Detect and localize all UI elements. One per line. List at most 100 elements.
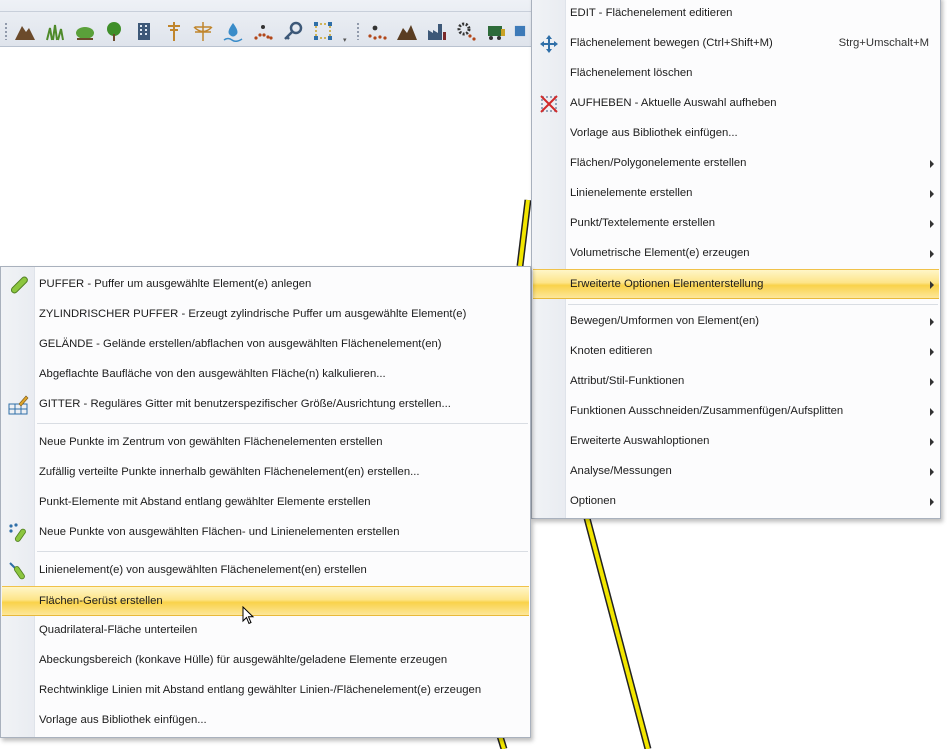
menu-item-edit-nodes[interactable]: Knoten editieren xyxy=(533,337,939,367)
menu-item-attribute-style[interactable]: Attribut/Stil-Funktionen xyxy=(533,367,939,397)
menu-item-label: Rechtwinklige Linien mit Abstand entlang… xyxy=(39,684,482,696)
submenu-arrow-icon xyxy=(930,220,934,228)
menu-item-label: Funktionen Ausschneiden/Zusammenfügen/Au… xyxy=(570,405,844,417)
menu-item-label: Optionen xyxy=(570,495,616,507)
key-icon[interactable] xyxy=(280,18,306,44)
toolbar-overflow-icon[interactable]: ▾ xyxy=(343,36,350,44)
menu-separator xyxy=(37,423,528,424)
menu-item-label: Bewegen/Umformen von Element(en) xyxy=(570,315,759,327)
menu-item-label: Attribut/Stil-Funktionen xyxy=(570,375,685,387)
bush-icon[interactable] xyxy=(72,18,98,44)
move-arrows-icon xyxy=(537,33,561,55)
submenu-arrow-icon xyxy=(930,318,934,326)
gear-points-icon[interactable] xyxy=(453,18,479,44)
toolbar-grip[interactable] xyxy=(356,22,360,40)
menu-item-label: ZYLINDRISCHER PUFFER - Erzeugt zylindris… xyxy=(39,308,467,320)
menu-item-label: Linienelemente erstellen xyxy=(570,187,693,199)
menu-item-edit[interactable]: EDIT - Flächenelement editieren xyxy=(533,0,939,29)
menu-item-options[interactable]: Optionen xyxy=(533,487,939,517)
factory-icon[interactable] xyxy=(424,18,450,44)
menu-item-random-points[interactable]: Zufällig verteilte Punkte innerhalb gewä… xyxy=(2,458,529,488)
menu-item-subdivide-quadrilateral[interactable]: Quadrilateral-Fläche unterteilen xyxy=(2,616,529,646)
power-pole-icon[interactable] xyxy=(161,18,187,44)
submenu-arrow-icon xyxy=(930,438,934,446)
menu-item-insert-template[interactable]: Vorlage aus Bibliothek einfügen... xyxy=(533,119,939,149)
menu-item-move-transform[interactable]: Bewegen/Umformen von Element(en) xyxy=(533,307,939,337)
menu-item-perpendicular-lines[interactable]: Rechtwinklige Linien mit Abstand entlang… xyxy=(2,676,529,706)
tree-icon[interactable] xyxy=(101,18,127,44)
menu-item-advanced-creation[interactable]: Erweiterte Optionen Elementerstellung xyxy=(533,269,939,299)
menu-item-label: Vorlage aus Bibliothek einfügen... xyxy=(39,714,207,726)
menu-item-buffer[interactable]: PUFFER - Puffer um ausgewählte Element(e… xyxy=(2,270,529,300)
menu-item-label: Vorlage aus Bibliothek einfügen... xyxy=(570,127,738,139)
menu-item-label: Abgeflachte Baufläche von den ausgewählt… xyxy=(39,368,386,380)
menu-item-label: Quadrilateral-Fläche unterteilen xyxy=(39,624,198,636)
menu-item-label: Zufällig verteilte Punkte innerhalb gewä… xyxy=(39,466,420,478)
menu-item-clear-selection[interactable]: AUFHEBEN - Aktuelle Auswahl aufheben xyxy=(533,89,939,119)
menu-item-label: GELÄNDE - Gelände erstellen/abflachen vo… xyxy=(39,338,442,350)
menu-item-label: Neue Punkte von ausgewählten Flächen- un… xyxy=(39,526,400,538)
toolbar: ▾ xyxy=(0,0,540,47)
lines-from-areas-icon xyxy=(6,560,30,582)
toolbar-row-top xyxy=(0,0,540,12)
submenu-arrow-icon xyxy=(930,348,934,356)
grass-icon[interactable] xyxy=(42,18,68,44)
mountain-icon[interactable] xyxy=(12,18,38,44)
menu-item-label: EDIT - Flächenelement editieren xyxy=(570,7,733,19)
clear-selection-icon xyxy=(537,93,561,115)
toolbar-row-main: ▾ xyxy=(0,14,540,47)
menu-item-flattened-building-area[interactable]: Abgeflachte Baufläche von den ausgewählt… xyxy=(2,360,529,390)
submenu-arrow-icon xyxy=(930,160,934,168)
menu-item-label: PUFFER - Puffer um ausgewählte Element(e… xyxy=(39,278,312,290)
submenu-arrow-icon xyxy=(930,281,934,289)
menu-item-insert-template-sub[interactable]: Vorlage aus Bibliothek einfügen... xyxy=(2,706,529,736)
buffer-icon xyxy=(6,274,30,296)
menu-item-concave-hull[interactable]: Abeckungsbereich (konkave Hülle) für aus… xyxy=(2,646,529,676)
toolbar-grip[interactable] xyxy=(4,22,8,40)
menu-item-label: Knoten editieren xyxy=(570,345,653,357)
power-line-icon[interactable] xyxy=(190,18,216,44)
menu-item-move[interactable]: Flächenelement bewegen (Ctrl+Shift+M) St… xyxy=(533,29,939,59)
water-drop-icon[interactable] xyxy=(220,18,246,44)
menu-item-points-from-areas-lines[interactable]: Neue Punkte von ausgewählten Flächen- un… xyxy=(2,518,529,548)
menu-item-label: Flächen/Polygonelemente erstellen xyxy=(570,157,747,169)
menu-item-label: Neue Punkte im Zentrum von gewählten Flä… xyxy=(39,436,383,448)
menu-item-area-skeleton[interactable]: Flächen-Gerüst erstellen xyxy=(2,586,529,616)
mouse-cursor-icon xyxy=(242,606,255,625)
menu-item-terrain[interactable]: GELÄNDE - Gelände erstellen/abflachen vo… xyxy=(2,330,529,360)
submenu-arrow-icon xyxy=(930,378,934,386)
context-menu-main: EDIT - Flächenelement editieren Flächene… xyxy=(531,0,941,519)
menu-item-label: Erweiterte Auswahloptionen xyxy=(570,435,710,447)
terrain-icon[interactable] xyxy=(394,18,420,44)
grid-pencil-icon xyxy=(6,394,30,416)
menu-item-delete[interactable]: Flächenelement löschen xyxy=(533,59,939,89)
submenu-arrow-icon xyxy=(930,468,934,476)
menu-item-label: Abeckungsbereich (konkave Hülle) für aus… xyxy=(39,654,448,666)
scatter-points-icon[interactable] xyxy=(364,18,390,44)
dotted-path-icon[interactable] xyxy=(250,18,276,44)
menu-item-create-areas[interactable]: Flächen/Polygonelemente erstellen xyxy=(533,149,939,179)
menu-item-lines-from-areas[interactable]: Linienelement(e) von ausgewählten Fläche… xyxy=(2,556,529,586)
menu-item-grid[interactable]: GITTER - Reguläres Gitter mit benutzersp… xyxy=(2,390,529,420)
node-grid-icon[interactable] xyxy=(310,18,336,44)
menu-item-create-points[interactable]: Punkt/Textelemente erstellen xyxy=(533,209,939,239)
points-from-lines-icon xyxy=(6,522,30,544)
submenu-arrow-icon xyxy=(930,498,934,506)
menu-separator xyxy=(37,551,528,552)
menu-item-label: Flächenelement löschen xyxy=(570,67,693,79)
menu-item-label: Punkt-Elemente mit Abstand entlang gewäh… xyxy=(39,496,371,508)
menu-item-points-along[interactable]: Punkt-Elemente mit Abstand entlang gewäh… xyxy=(2,488,529,518)
menu-item-label: Erweiterte Optionen Elementerstellung xyxy=(570,278,764,290)
building-icon[interactable] xyxy=(131,18,157,44)
menu-item-center-points[interactable]: Neue Punkte im Zentrum von gewählten Flä… xyxy=(2,428,529,458)
menu-item-cylindrical-buffer[interactable]: ZYLINDRISCHER PUFFER - Erzeugt zylindris… xyxy=(2,300,529,330)
vehicle-icon[interactable] xyxy=(483,18,509,44)
menu-item-label: Analyse/Messungen xyxy=(570,465,672,477)
menu-item-create-volumetric[interactable]: Volumetrische Element(e) erzeugen xyxy=(533,239,939,269)
menu-item-cut-join-split[interactable]: Funktionen Ausschneiden/Zusammenfügen/Au… xyxy=(533,397,939,427)
menu-item-analysis[interactable]: Analyse/Messungen xyxy=(533,457,939,487)
menu-item-label: Volumetrische Element(e) erzeugen xyxy=(570,247,750,259)
menu-item-advanced-selection[interactable]: Erweiterte Auswahloptionen xyxy=(533,427,939,457)
tool-partial-icon[interactable] xyxy=(512,18,528,44)
menu-item-create-lines[interactable]: Linienelemente erstellen xyxy=(533,179,939,209)
